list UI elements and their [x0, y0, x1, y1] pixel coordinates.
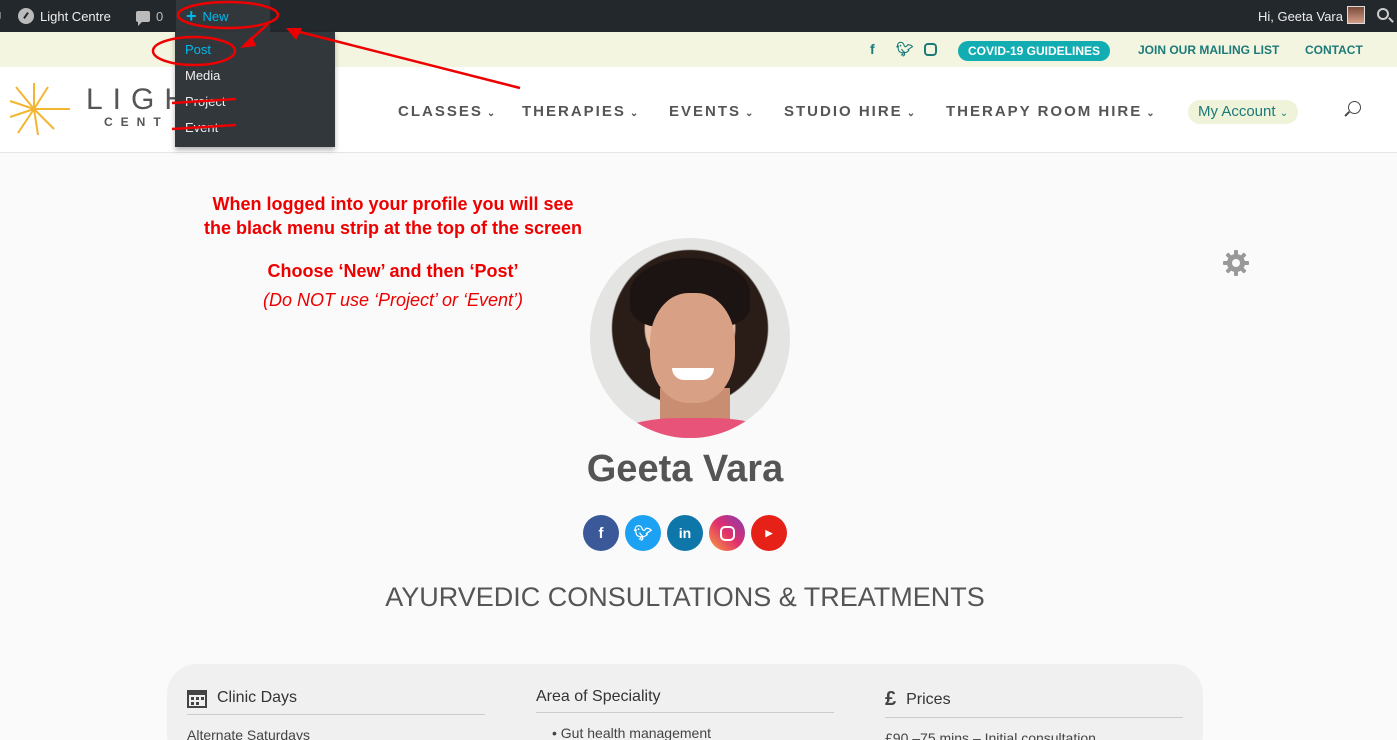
comments-link[interactable]: 0 [136, 0, 163, 32]
my-account-label: My Account [1198, 103, 1276, 120]
clinic-days-value: Alternate Saturdays [187, 727, 310, 740]
user-greeting[interactable]: Hi, Geeta Vara [1258, 0, 1343, 32]
instagram-icon[interactable] [709, 515, 745, 551]
photo-smile [672, 368, 714, 380]
speciality-list: • Gut health management [552, 725, 712, 740]
info-card: Clinic Days Alternate Saturdays Area of … [167, 664, 1203, 740]
menu-item-project[interactable]: Project [175, 89, 335, 115]
youtube-icon[interactable]: ▶ [751, 515, 787, 551]
clinic-days-label: Clinic Days [217, 689, 298, 706]
facebook-icon[interactable]: f [583, 515, 619, 551]
instruction-warning: (Do NOT use ‘Project’ or ‘Event’) [262, 290, 524, 310]
gear-icon[interactable] [1222, 249, 1250, 277]
dashboard-icon [18, 8, 34, 24]
site-name-label: Light Centre [40, 8, 111, 24]
instruction-line: When logged into your profile you will s… [212, 194, 574, 214]
greeting-label: Hi, Geeta Vara [1257, 8, 1343, 24]
prices-label: Prices [906, 690, 951, 708]
instruction-text: When logged into your profile you will s… [168, 192, 618, 240]
chevron-down-icon: ⌄ [629, 108, 641, 119]
chevron-down-icon: ⌄ [1279, 108, 1289, 119]
menu-item-event[interactable]: Event [175, 115, 335, 141]
user-avatar[interactable] [1347, 6, 1365, 24]
nav-label: THERAPY ROOM HIRE [946, 103, 1143, 120]
nav-label: EVENTS [669, 103, 742, 120]
nav-studio-hire[interactable]: STUDIO HIRE ⌄ [784, 103, 917, 120]
clinic-days-heading: Clinic Days [187, 688, 485, 715]
nav-therapy-room-hire[interactable]: THERAPY ROOM HIRE ⌄ [946, 103, 1157, 120]
chevron-down-icon: ⌄ [1146, 108, 1157, 119]
search-icon[interactable] [1377, 8, 1389, 20]
calendar-icon [187, 690, 207, 708]
comment-bubble-icon [136, 10, 150, 26]
chevron-down-icon: ⌄ [486, 108, 498, 119]
speciality-column: Area of Speciality • Gut health manageme… [536, 688, 834, 740]
chevron-down-icon: ⌄ [906, 108, 918, 119]
nav-classes[interactable]: CLASSES ⌄ [398, 103, 497, 120]
menu-item-post[interactable]: Post [175, 37, 335, 63]
twitter-icon[interactable]: 🐦︎ [896, 41, 914, 58]
twitter-icon[interactable]: 🐦︎ [625, 515, 661, 551]
new-content-button[interactable]: + New [176, 0, 270, 32]
logo-text-bottom[interactable]: CENT [104, 115, 169, 129]
plus-icon: + [186, 5, 197, 26]
wordpress-logo-icon[interactable]: ◖ [0, 0, 4, 32]
clinic-days-column: Clinic Days Alternate Saturdays [187, 688, 485, 740]
speciality-item: Gut health management [560, 725, 712, 740]
menu-item-media[interactable]: Media [175, 63, 335, 89]
prices-column: £ Prices £90 –75 mins – Initial consulta… [885, 688, 1183, 740]
pound-icon: £ [885, 688, 897, 710]
nav-label: CLASSES [398, 103, 483, 120]
speciality-heading: Area of Speciality [536, 688, 834, 713]
chevron-down-icon: ⌄ [745, 108, 756, 119]
new-content-menu: Post Media Project Event [175, 32, 335, 147]
mailing-list-link[interactable]: JOIN OUR MAILING LIST [1138, 43, 1279, 57]
admin-bar: ◖ Light Centre 0 + New Hi, Geeta Vara [0, 0, 1397, 32]
nav-therapies[interactable]: THERAPIES ⌄ [522, 103, 640, 120]
nav-events[interactable]: EVENTS ⌄ [669, 103, 755, 120]
profile-photo [590, 238, 790, 438]
comments-count: 0 [156, 8, 164, 24]
profile-social-links: f 🐦︎ in ▶ [583, 515, 787, 551]
profile-subtitle: AYURVEDIC CONSULTATIONS & TREATMENTS [385, 582, 985, 612]
contact-link[interactable]: CONTACT [1305, 43, 1363, 57]
facebook-icon[interactable]: f [870, 41, 875, 57]
photo-face [650, 293, 735, 403]
search-icon[interactable] [1348, 101, 1361, 114]
instagram-icon[interactable] [924, 43, 937, 56]
covid-guidelines-button[interactable]: COVID-19 GUIDELINES [958, 41, 1111, 61]
my-account-button[interactable]: My Account ⌄ [1188, 100, 1299, 124]
nav-label: STUDIO HIRE [784, 103, 903, 120]
site-name-link[interactable]: Light Centre [18, 0, 111, 32]
linkedin-icon[interactable]: in [667, 515, 703, 551]
instruction-line: the black menu strip at the top of the s… [203, 218, 583, 238]
new-label: New [202, 8, 229, 24]
prices-heading: £ Prices [885, 688, 1183, 718]
instruction-choose: Choose ‘New’ and then ‘Post’ [267, 261, 519, 281]
profile-name: Geeta Vara [586, 448, 784, 490]
nav-label: THERAPIES [522, 103, 626, 120]
prices-value: £90 –75 mins – Initial consultation [885, 730, 1096, 740]
photo-shirt [620, 418, 770, 438]
sun-logo-icon[interactable] [8, 81, 72, 137]
